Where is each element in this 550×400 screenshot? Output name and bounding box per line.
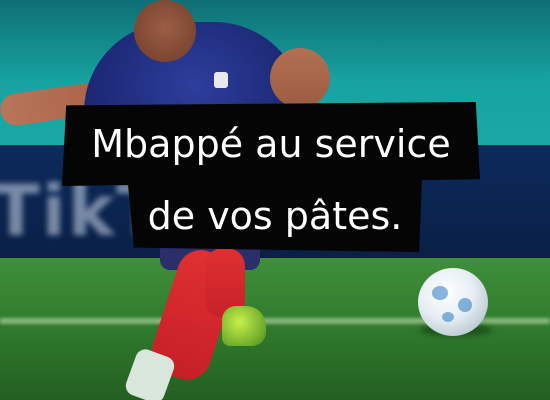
ball-panel	[432, 286, 448, 300]
player-head	[134, 0, 196, 62]
player-arm-right	[270, 48, 330, 108]
headline-line-2: de vos pâtes.	[128, 180, 422, 252]
ball-panel	[458, 298, 472, 312]
football-boot	[222, 306, 266, 346]
headline-line-1: Mbappé au service	[62, 102, 480, 186]
football-ball	[418, 268, 488, 336]
crest-icon	[214, 72, 228, 88]
ball-panel	[442, 312, 454, 322]
photo-scene: TikT Mbappé au service de vos pâtes.	[0, 0, 550, 400]
